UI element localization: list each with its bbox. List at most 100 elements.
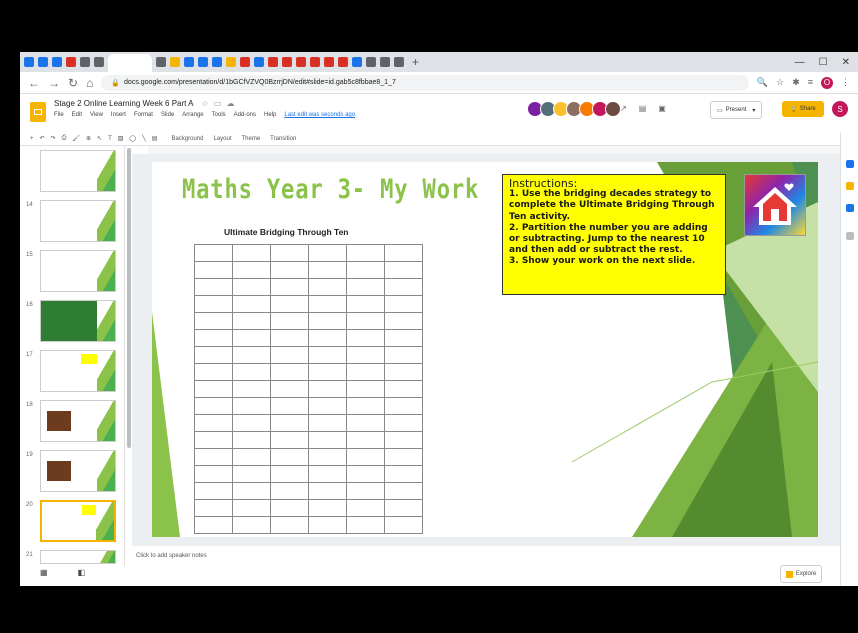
tab-favicon-icon[interactable] xyxy=(184,57,194,67)
tab-favicon-icon[interactable] xyxy=(268,57,278,67)
tab-favicon-icon[interactable] xyxy=(240,57,250,67)
menu-item[interactable]: Format xyxy=(134,112,153,118)
slide-title[interactable]: Maths Year 3- My Work xyxy=(182,174,479,205)
tab-favicon-icon[interactable] xyxy=(296,57,306,67)
select-icon[interactable]: ↖ xyxy=(97,135,102,142)
minimize-icon[interactable]: — xyxy=(795,57,805,68)
menu-item[interactable]: Arrange xyxy=(182,112,203,118)
speaker-notes[interactable]: Click to add speaker notes xyxy=(132,546,840,566)
address-input[interactable]: 🔒 docs.google.com/presentation/d/1bGCfVZV… xyxy=(101,74,749,91)
tab-favicon-icon[interactable] xyxy=(380,57,390,67)
extension-icon[interactable]: ✱ xyxy=(792,77,800,89)
zoom-icon[interactable]: ⊕ xyxy=(86,135,91,142)
slide-thumbnail[interactable] xyxy=(40,300,116,342)
add-on-icon[interactable] xyxy=(846,232,854,240)
last-edit-link[interactable]: Last edit was seconds ago xyxy=(284,112,355,118)
tab-favicon-icon[interactable] xyxy=(324,57,334,67)
close-icon[interactable]: ✕ xyxy=(842,57,850,68)
undo-icon[interactable]: ↶ xyxy=(40,135,45,142)
new-tab-icon[interactable]: + xyxy=(412,55,419,69)
redo-icon[interactable]: ↷ xyxy=(51,135,56,142)
tab-favicon-icon[interactable] xyxy=(394,57,404,67)
paint-format-icon[interactable]: 🖌 xyxy=(72,135,80,142)
tab-favicon-icon[interactable] xyxy=(366,57,376,67)
tab-favicon-icon[interactable] xyxy=(94,57,104,67)
user-avatar[interactable]: S xyxy=(832,101,848,117)
home-icon[interactable] xyxy=(744,174,806,236)
menu-item[interactable]: Add-ons xyxy=(234,112,256,118)
tab-favicon-icon[interactable] xyxy=(24,57,34,67)
image-icon[interactable]: ▨ xyxy=(118,135,124,142)
calendar-icon[interactable] xyxy=(846,160,854,168)
shape-icon[interactable]: ◯ xyxy=(129,135,136,142)
chevron-down-icon[interactable]: ▾ xyxy=(752,107,755,114)
slides-logo-icon[interactable] xyxy=(30,102,46,122)
star-icon[interactable]: ☆ xyxy=(776,77,784,89)
slide-thumbnail[interactable] xyxy=(40,400,116,442)
comment-icon[interactable]: ▤ xyxy=(152,135,158,142)
print-icon[interactable]: ⎙ xyxy=(62,135,67,142)
slide-thumbnail[interactable] xyxy=(40,150,116,192)
line-icon[interactable]: ╲ xyxy=(142,135,146,142)
active-tab[interactable] xyxy=(108,54,152,72)
reading-list-icon[interactable]: ≡ xyxy=(808,77,813,89)
tasks-icon[interactable] xyxy=(846,204,854,212)
search-icon[interactable]: 🔍 xyxy=(757,77,768,89)
toolbar-layout-button[interactable]: Layout xyxy=(213,136,231,142)
tab-favicon-icon[interactable] xyxy=(352,57,362,67)
forward-icon[interactable]: → xyxy=(48,76,60,90)
tab-favicon-icon[interactable] xyxy=(52,57,62,67)
new-slide-icon[interactable]: + xyxy=(30,136,34,142)
toolbar-transition-button[interactable]: Transition xyxy=(270,136,296,142)
tab-favicon-icon[interactable] xyxy=(156,57,166,67)
star-doc-icon[interactable]: ☆ xyxy=(201,99,208,108)
menu-item[interactable]: Slide xyxy=(161,112,174,118)
share-button[interactable]: 🔒 Share xyxy=(782,101,824,117)
present-button[interactable]: ▭ Present ▾ xyxy=(710,101,763,119)
toolbar-theme-button[interactable]: Theme xyxy=(241,136,260,142)
menu-item[interactable]: Help xyxy=(264,112,276,118)
slide-thumbnail[interactable] xyxy=(40,450,116,492)
slide-thumbnail[interactable] xyxy=(40,250,116,292)
filmstrip-scrollbar[interactable] xyxy=(127,148,131,448)
slide-canvas[interactable]: Maths Year 3- My Work Ultimate Bridging … xyxy=(152,162,818,537)
tab-favicon-icon[interactable] xyxy=(198,57,208,67)
meet-icon[interactable]: ▣ xyxy=(658,104,666,113)
maximize-icon[interactable]: ☐ xyxy=(819,57,828,68)
slide-thumbnail[interactable] xyxy=(40,350,116,392)
tab-favicon-icon[interactable] xyxy=(282,57,292,67)
slide-thumbnail[interactable] xyxy=(40,200,116,242)
slide-thumbnail[interactable] xyxy=(40,550,116,564)
move-folder-icon[interactable]: ▭ xyxy=(214,99,222,108)
tab-favicon-icon[interactable] xyxy=(66,57,76,67)
keep-icon[interactable] xyxy=(846,182,854,190)
back-icon[interactable]: ← xyxy=(28,76,40,90)
profile-icon[interactable]: O xyxy=(821,76,833,89)
tab-favicon-icon[interactable] xyxy=(38,57,48,67)
tab-favicon-icon[interactable] xyxy=(170,57,180,67)
tab-favicon-icon[interactable] xyxy=(338,57,348,67)
instructions-box[interactable]: Instructions: 1. Use the bridging decade… xyxy=(502,174,726,295)
document-title[interactable]: Stage 2 Online Learning Week 6 Part A ☆ … xyxy=(54,99,235,108)
menu-item[interactable]: Insert xyxy=(111,112,126,118)
tab-favicon-icon[interactable] xyxy=(254,57,264,67)
home-browser-icon[interactable]: ⌂ xyxy=(86,76,93,90)
menu-item[interactable]: Edit xyxy=(72,112,82,118)
slide-thumbnail[interactable] xyxy=(40,500,116,542)
toolbar-background-button[interactable]: Background xyxy=(171,136,203,142)
tab-favicon-icon[interactable] xyxy=(310,57,320,67)
explore-button[interactable]: Explore xyxy=(780,565,822,583)
filmstrip-view-icon[interactable]: ◧ xyxy=(78,568,86,577)
menu-icon[interactable]: ⋮ xyxy=(841,77,850,89)
tab-favicon-icon[interactable] xyxy=(80,57,90,67)
comments-icon[interactable]: ▤ xyxy=(639,104,647,113)
collaborator-avatar[interactable] xyxy=(605,101,621,117)
menu-item[interactable]: Tools xyxy=(212,112,226,118)
menu-item[interactable]: File xyxy=(54,112,64,118)
tab-favicon-icon[interactable] xyxy=(212,57,222,67)
textbox-icon[interactable]: T xyxy=(108,136,112,142)
menu-item[interactable]: View xyxy=(90,112,103,118)
activity-icon[interactable]: ↗ xyxy=(620,104,627,113)
grid-view-icon[interactable]: ▦ xyxy=(40,568,48,577)
reload-icon[interactable]: ↻ xyxy=(68,76,78,90)
